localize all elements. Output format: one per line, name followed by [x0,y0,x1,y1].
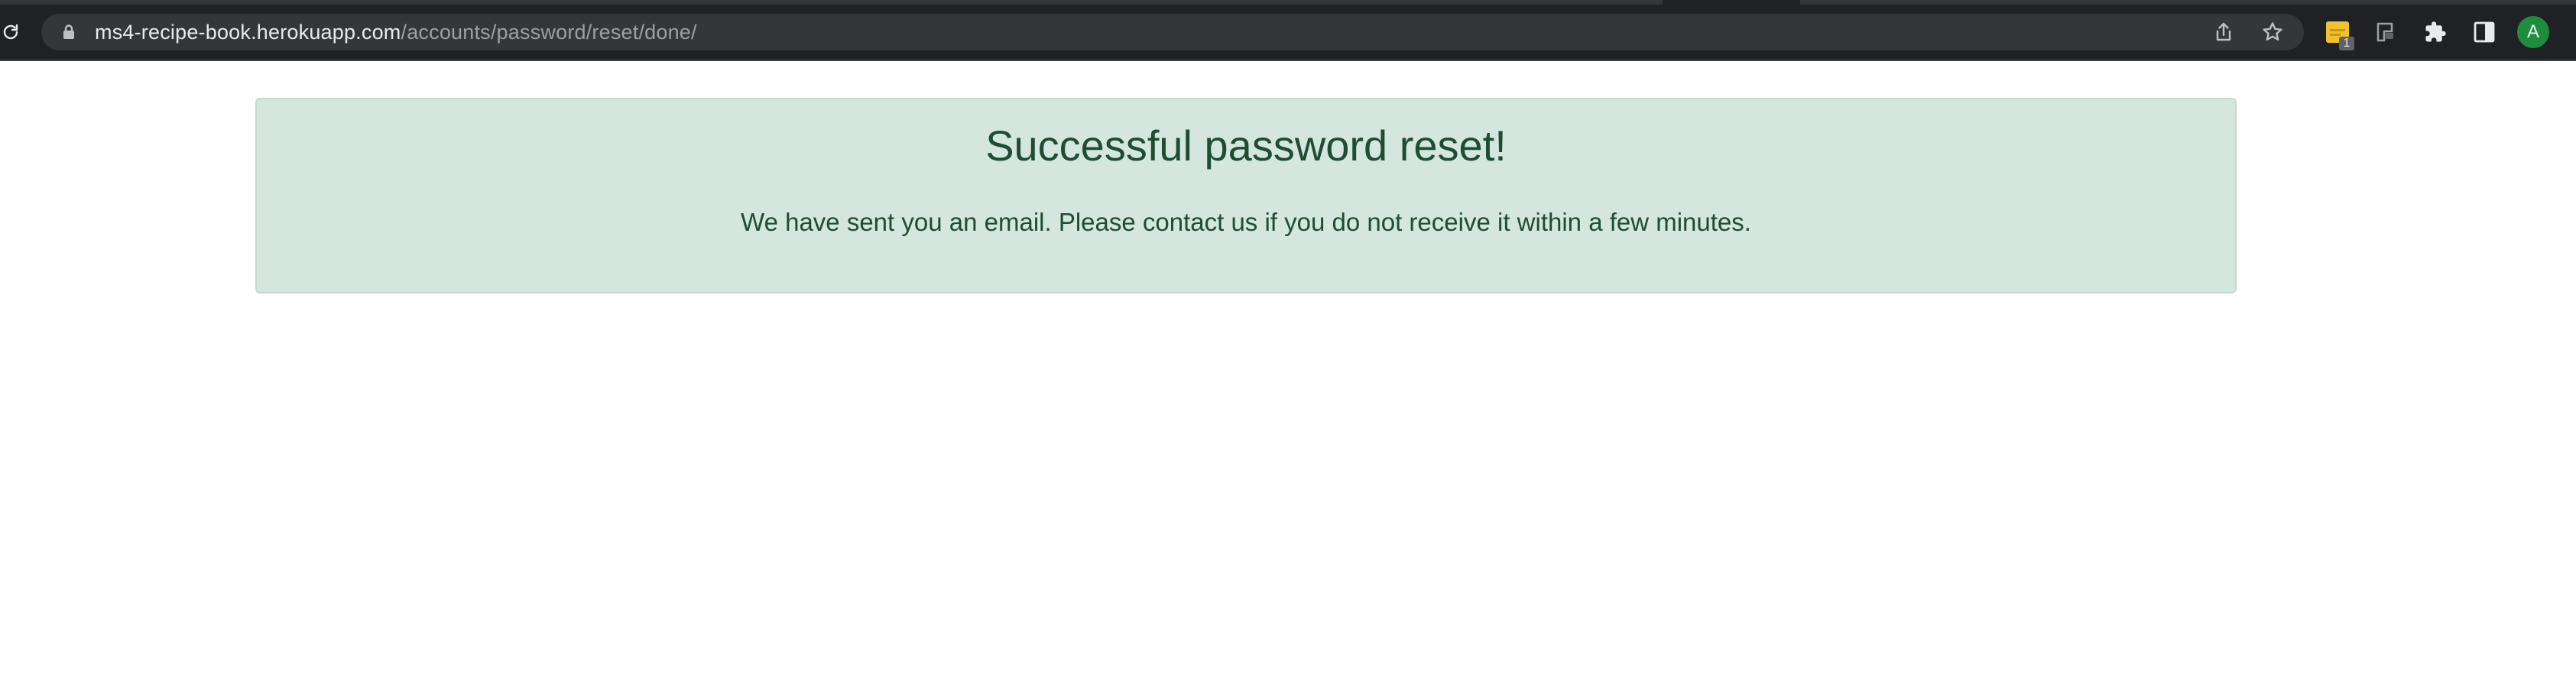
alert-heading: Successful password reset! [985,122,1507,170]
url-host: ms4-recipe-book.herokuapp.com [95,20,401,44]
note-extension-icon[interactable]: 1 [2316,11,2359,53]
tab-strip [0,0,2576,5]
lock-icon[interactable] [60,23,78,41]
url-path: /accounts/password/reset/done/ [401,20,697,44]
extensions-area: 1 A [2316,11,2561,53]
address-bar[interactable]: ms4-recipe-book.herokuapp.com/accounts/p… [41,14,2304,50]
active-tab-indicator[interactable] [1663,0,1800,5]
address-bar-actions [2212,14,2284,50]
browser-toolbar: ms4-recipe-book.herokuapp.com/accounts/p… [0,0,2576,61]
extension-badge: 1 [2339,37,2354,50]
success-alert: Successful password reset! We have sent … [255,98,2237,293]
puzzle-icon[interactable] [2414,11,2457,53]
share-icon[interactable] [2212,21,2235,44]
side-panel-icon[interactable] [2463,11,2506,53]
url-text[interactable]: ms4-recipe-book.herokuapp.com/accounts/p… [95,21,697,44]
profile-button[interactable]: A [2512,11,2555,53]
star-icon[interactable] [2261,21,2284,44]
alert-message: We have sent you an email. Please contac… [741,208,1751,236]
flag-extension-icon[interactable] [2365,11,2408,53]
reload-icon[interactable] [0,18,21,46]
avatar: A [2517,16,2549,48]
